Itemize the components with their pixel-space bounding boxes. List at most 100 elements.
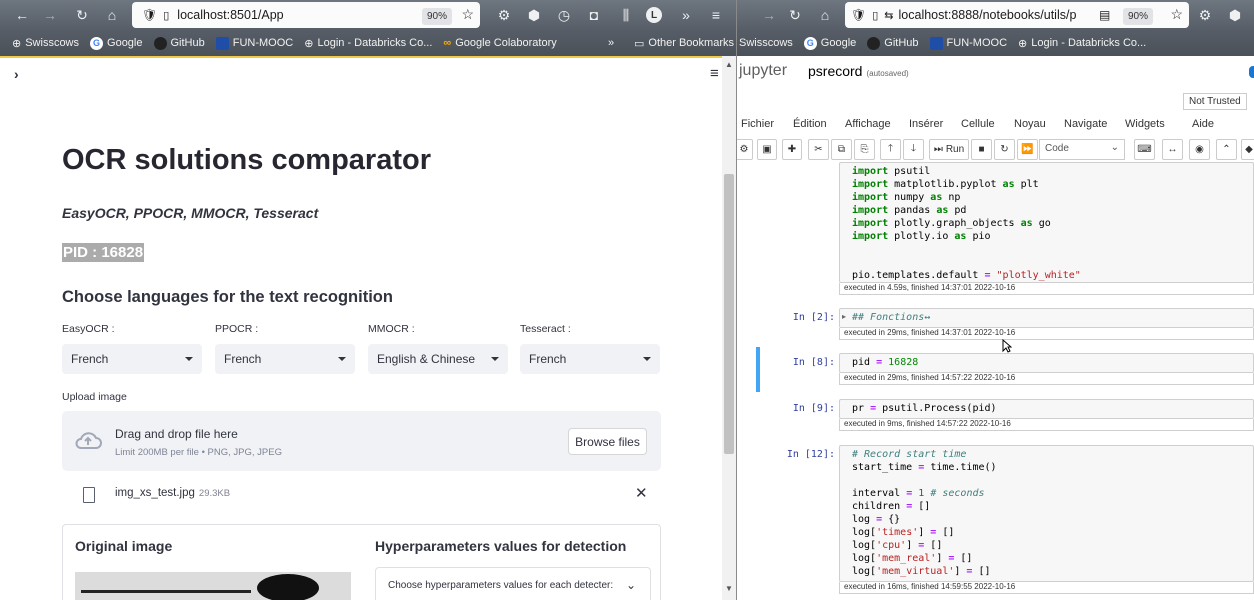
bookmarks-overflow-icon[interactable]: »	[608, 37, 614, 49]
keyboard-icon[interactable]: ⌨	[1134, 139, 1155, 160]
bookmark-github[interactable]: GitHub	[153, 36, 205, 50]
move-down-icon[interactable]: 🡓	[903, 139, 924, 160]
bookmark-databricks[interactable]: ⊕ Login - Databricks Co...	[1018, 37, 1146, 50]
code-cell[interactable]: import psutil import matplotlib.pyplot a…	[757, 162, 1254, 297]
reload-icon[interactable]: ↻	[785, 5, 805, 25]
library-icon[interactable]: ⫼	[616, 5, 636, 25]
easyocr-language-select[interactable]: French	[62, 344, 202, 374]
zoom-indicator[interactable]: 90%	[1123, 8, 1154, 25]
bookmark-swisscows[interactable]: Swisscows	[739, 37, 793, 49]
scroll-up-icon[interactable]: ▲	[725, 60, 733, 69]
file-dropzone[interactable]: Drag and drop file here Limit 200MB per …	[62, 411, 661, 471]
copy-icon[interactable]: ⧉	[831, 139, 852, 160]
extension-icon[interactable]: ⬢	[1225, 5, 1245, 25]
bookmark-colab[interactable]: ∞ Google Colaboratory	[443, 37, 556, 49]
cell-input[interactable]: import psutil import matplotlib.pyplot a…	[839, 162, 1254, 283]
shield-icon: 🛡	[142, 8, 158, 22]
app-menu-hamburger-icon[interactable]: ≡	[710, 65, 719, 82]
scroll-down-icon[interactable]: ▼	[725, 584, 733, 593]
cell-type-select[interactable]: Code ⌄	[1039, 139, 1125, 160]
cell-input[interactable]: pid = 16828	[839, 353, 1254, 373]
overflow-chevron-icon[interactable]: »	[676, 5, 696, 25]
hamburger-menu-icon[interactable]: ≡	[706, 5, 726, 25]
menu-navigate[interactable]: Navigate	[1064, 118, 1107, 130]
shield-icon: 🛡	[851, 8, 867, 22]
settings-icon[interactable]: ⚙	[737, 139, 753, 160]
extension-icon[interactable]: ⬢	[524, 5, 544, 25]
address-bar[interactable]: 🛡 ▯ ⇆ localhost:8888/notebooks/utils/p ▤…	[845, 2, 1189, 28]
cell-input[interactable]: # Record start time start_time = time.ti…	[839, 445, 1254, 582]
bookmark-swisscows[interactable]: ⊕ Swisscows	[12, 37, 79, 50]
address-bar[interactable]: 🛡 ▯ localhost:8501/App 90% ☆	[132, 2, 480, 28]
tesseract-language-select[interactable]: French	[520, 344, 660, 374]
run-button[interactable]: ⏭ Run	[929, 139, 969, 160]
page-icon: ▯	[872, 9, 879, 22]
other-bookmarks[interactable]: ▭ Other Bookmarks	[634, 37, 734, 50]
cut-icon[interactable]: ✂	[808, 139, 829, 160]
bookmark-google[interactable]: G Google	[90, 36, 143, 50]
hyperparameters-expander[interactable]: Choose hyperparameters values for each d…	[375, 567, 651, 600]
insert-cell-plus-icon[interactable]: ✚	[782, 139, 802, 160]
back-icon[interactable]: ←	[12, 5, 32, 25]
menu-file[interactable]: Fichier	[741, 118, 774, 130]
sidebar-expand-chevron-icon[interactable]: ›	[14, 66, 19, 82]
scrollbar-thumb[interactable]	[724, 174, 734, 454]
execution-info: executed in 4.59s, finished 14:37:01 202…	[839, 283, 1254, 295]
move-up-icon[interactable]: 🡑	[880, 139, 901, 160]
notebook-title[interactable]: psrecord (autosaved)	[808, 63, 909, 79]
menu-cell[interactable]: Cellule	[961, 118, 995, 130]
ppocr-language-select[interactable]: French	[215, 344, 355, 374]
collapse-up-icon[interactable]: ⌃	[1216, 139, 1237, 160]
forward-icon[interactable]: →	[40, 5, 60, 25]
extra-toolbar-icon[interactable]: ◆	[1241, 139, 1254, 160]
reader-view-icon[interactable]: ▤	[1099, 8, 1110, 22]
paste-icon[interactable]: ⎘	[854, 139, 875, 160]
star-icon[interactable]: ☆	[461, 6, 474, 23]
mmocr-language-select[interactable]: English & Chinese	[368, 344, 508, 374]
expand-width-icon[interactable]: ↔	[1162, 139, 1183, 160]
reload-icon[interactable]: ↻	[72, 5, 92, 25]
restart-icon[interactable]: ↻	[994, 139, 1015, 160]
forward-icon[interactable]: →	[759, 5, 779, 25]
cell-input[interactable]: ## Fonctions↔	[839, 308, 1254, 328]
menu-view[interactable]: Affichage	[845, 118, 891, 130]
trust-button[interactable]: Not Trusted	[1183, 93, 1247, 110]
bookmark-fun-mooc[interactable]: FUN-MOOC	[929, 36, 1007, 50]
home-icon[interactable]: ⌂	[102, 5, 122, 25]
interrupt-stop-icon[interactable]: ■	[971, 139, 992, 160]
home-icon[interactable]: ⌂	[815, 5, 835, 25]
page-title: OCR solutions comparator	[62, 144, 431, 176]
bookmark-databricks[interactable]: ⊕ Login - Databricks Co...	[304, 37, 432, 50]
cell-input[interactable]: pr = psutil.Process(pid)	[839, 399, 1254, 419]
page-scrollbar[interactable]: ▲ ▼	[722, 56, 736, 600]
zoom-indicator[interactable]: 90%	[422, 8, 453, 25]
collapse-triangle-icon[interactable]: ▸	[842, 312, 846, 321]
restart-run-all-icon[interactable]: ⏩	[1017, 139, 1038, 160]
history-icon[interactable]: ◷	[554, 5, 574, 25]
save-icon[interactable]: ▣	[757, 139, 777, 160]
gear-icon[interactable]: ⚙	[494, 5, 514, 25]
menu-insert[interactable]: Insérer	[909, 118, 943, 130]
code-cell[interactable]: In [12]: ▾ # Record start time start_tim…	[757, 445, 1254, 600]
profile-avatar[interactable]: L	[646, 7, 662, 23]
browse-files-button[interactable]: Browse files	[568, 428, 647, 455]
bookmark-github[interactable]: GitHub	[867, 36, 919, 50]
code-cell[interactable]: In [9]: pr = psutil.Process(pid) execute…	[757, 399, 1254, 433]
menu-edit[interactable]: Édition	[793, 118, 827, 130]
code-cell-selected[interactable]: In [8]: pid = 16828 executed in 29ms, fi…	[757, 353, 1254, 387]
dropzone-limit: Limit 200MB per file • PNG, JPG, JPEG	[115, 447, 282, 458]
pocket-icon[interactable]: ◘	[584, 5, 604, 25]
jupyter-logo[interactable]: jupyter	[739, 62, 787, 80]
code-cell[interactable]: In [2]: ## Fonctions↔ ▸ executed in 29ms…	[757, 308, 1254, 342]
menu-widgets[interactable]: Widgets	[1125, 118, 1165, 130]
star-icon[interactable]: ☆	[1170, 6, 1183, 23]
remove-file-close-icon[interactable]: ✕	[635, 484, 648, 502]
bookmark-fun-mooc[interactable]: FUN-MOOC	[215, 36, 293, 50]
eye-icon[interactable]: ◉	[1189, 139, 1210, 160]
bookmark-google[interactable]: G Google	[803, 36, 856, 50]
browser-toolbar: → ↻ ⌂ 🛡 ▯ ⇆ localhost:8888/notebooks/uti…	[737, 0, 1254, 30]
menu-kernel[interactable]: Noyau	[1014, 118, 1046, 130]
dropzone-title: Drag and drop file here	[115, 427, 238, 441]
menu-help[interactable]: Aide	[1192, 118, 1214, 130]
gear-icon[interactable]: ⚙	[1195, 5, 1215, 25]
